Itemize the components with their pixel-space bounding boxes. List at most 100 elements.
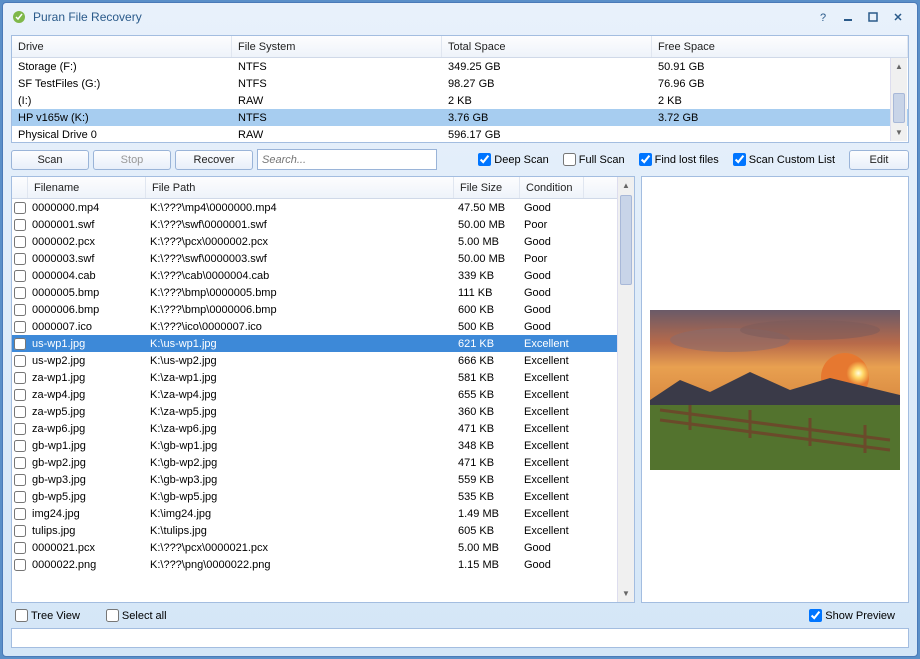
drives-panel: Drive File System Total Space Free Space… (11, 35, 909, 143)
file-checkbox[interactable] (12, 304, 28, 316)
col-drive[interactable]: Drive (12, 36, 232, 57)
file-row[interactable]: 0000004.cabK:\???\cab\0000004.cab339 KBG… (12, 267, 617, 284)
file-checkbox[interactable] (12, 338, 28, 350)
help-button[interactable]: ? (812, 9, 834, 25)
file-checkbox[interactable] (12, 287, 28, 299)
file-path: K:\???\pcx\0000002.pcx (146, 236, 454, 248)
drive-row[interactable]: HP v165w (K:)NTFS3.76 GB3.72 GB (12, 109, 908, 126)
file-size: 348 KB (454, 440, 520, 452)
titlebar: Puran File Recovery ? (3, 3, 917, 31)
file-row[interactable]: za-wp5.jpgK:\za-wp5.jpg360 KBExcellent (12, 403, 617, 420)
file-row[interactable]: gb-wp2.jpgK:\gb-wp2.jpg471 KBExcellent (12, 454, 617, 471)
file-checkbox[interactable] (12, 423, 28, 435)
file-size: 5.00 MB (454, 542, 520, 554)
drive-row[interactable]: (I:)RAW2 KB2 KB (12, 92, 908, 109)
file-checkbox[interactable] (12, 202, 28, 214)
file-size: 360 KB (454, 406, 520, 418)
scroll-thumb[interactable] (893, 93, 905, 123)
select-all-checkbox[interactable]: Select all (106, 609, 167, 622)
file-checkbox[interactable] (12, 525, 28, 537)
file-checkbox[interactable] (12, 440, 28, 452)
drive-row[interactable]: SF TestFiles (G:)NTFS98.27 GB76.96 GB (12, 75, 908, 92)
files-table: Filename File Path File Size Condition 0… (12, 177, 617, 602)
recover-button[interactable]: Recover (175, 150, 253, 170)
file-condition: Excellent (520, 338, 584, 350)
col-filesize[interactable]: File Size (454, 177, 520, 198)
scroll-down-icon[interactable]: ▼ (618, 585, 634, 602)
file-row[interactable]: us-wp1.jpgK:\us-wp1.jpg621 KBExcellent (12, 335, 617, 352)
maximize-button[interactable] (862, 9, 884, 25)
file-checkbox[interactable] (12, 457, 28, 469)
file-row[interactable]: tulips.jpgK:\tulips.jpg605 KBExcellent (12, 522, 617, 539)
file-name: gb-wp3.jpg (28, 474, 146, 486)
search-input[interactable] (257, 149, 437, 170)
scroll-up-icon[interactable]: ▲ (891, 58, 907, 75)
file-row[interactable]: 0000002.pcxK:\???\pcx\0000002.pcx5.00 MB… (12, 233, 617, 250)
file-name: za-wp6.jpg (28, 423, 146, 435)
file-checkbox[interactable] (12, 559, 28, 571)
drive-row[interactable]: Physical Drive 0RAW596.17 GB (12, 126, 908, 142)
drives-scrollbar[interactable]: ▲ ▼ (890, 58, 907, 141)
col-free-space[interactable]: Free Space (652, 36, 908, 57)
scroll-down-icon[interactable]: ▼ (891, 124, 907, 141)
bottom-bar: Tree View Select all Show Preview (11, 607, 909, 624)
file-checkbox[interactable] (12, 508, 28, 520)
file-row[interactable]: gb-wp5.jpgK:\gb-wp5.jpg535 KBExcellent (12, 488, 617, 505)
file-checkbox[interactable] (12, 270, 28, 282)
minimize-button[interactable] (837, 9, 859, 25)
file-row[interactable]: 0000005.bmpK:\???\bmp\0000005.bmp111 KBG… (12, 284, 617, 301)
tree-view-checkbox[interactable]: Tree View (15, 609, 80, 622)
show-preview-checkbox[interactable]: Show Preview (809, 609, 895, 622)
file-checkbox[interactable] (12, 253, 28, 265)
stop-button[interactable]: Stop (93, 150, 171, 170)
file-condition: Good (520, 542, 584, 554)
edit-button[interactable]: Edit (849, 150, 909, 170)
file-row[interactable]: us-wp2.jpgK:\us-wp2.jpg666 KBExcellent (12, 352, 617, 369)
file-row[interactable]: gb-wp3.jpgK:\gb-wp3.jpg559 KBExcellent (12, 471, 617, 488)
file-size: 600 KB (454, 304, 520, 316)
file-row[interactable]: img24.jpgK:\img24.jpg1.49 MBExcellent (12, 505, 617, 522)
file-row[interactable]: 0000003.swfK:\???\swf\0000003.swf50.00 M… (12, 250, 617, 267)
col-filepath[interactable]: File Path (146, 177, 454, 198)
col-filename[interactable]: Filename (28, 177, 146, 198)
file-row[interactable]: za-wp1.jpgK:\za-wp1.jpg581 KBExcellent (12, 369, 617, 386)
scroll-up-icon[interactable]: ▲ (618, 177, 634, 194)
file-checkbox[interactable] (12, 389, 28, 401)
file-path: K:\gb-wp1.jpg (146, 440, 454, 452)
file-row[interactable]: 0000021.pcxK:\???\pcx\0000021.pcx5.00 MB… (12, 539, 617, 556)
close-button[interactable] (887, 9, 909, 25)
file-checkbox[interactable] (12, 219, 28, 231)
drive-name: Storage (F:) (12, 61, 232, 73)
file-row[interactable]: 0000000.mp4K:\???\mp4\0000000.mp447.50 M… (12, 199, 617, 216)
file-row[interactable]: za-wp4.jpgK:\za-wp4.jpg655 KBExcellent (12, 386, 617, 403)
full-scan-checkbox[interactable]: Full Scan (563, 153, 625, 166)
file-checkbox[interactable] (12, 474, 28, 486)
file-row[interactable]: 0000022.pngK:\???\png\0000022.png1.15 MB… (12, 556, 617, 573)
file-row[interactable]: gb-wp1.jpgK:\gb-wp1.jpg348 KBExcellent (12, 437, 617, 454)
col-total-space[interactable]: Total Space (442, 36, 652, 57)
file-checkbox[interactable] (12, 236, 28, 248)
drive-row[interactable]: Storage (F:)NTFS349.25 GB50.91 GB (12, 58, 908, 75)
col-condition[interactable]: Condition (520, 177, 584, 198)
file-checkbox[interactable] (12, 542, 28, 554)
file-row[interactable]: 0000007.icoK:\???\ico\0000007.ico500 KBG… (12, 318, 617, 335)
deep-scan-checkbox[interactable]: Deep Scan (478, 153, 548, 166)
col-filesystem[interactable]: File System (232, 36, 442, 57)
file-checkbox[interactable] (12, 491, 28, 503)
drive-fs: NTFS (232, 61, 442, 73)
drive-fs: RAW (232, 95, 442, 107)
scan-custom-checkbox[interactable]: Scan Custom List (733, 153, 835, 166)
file-row[interactable]: za-wp6.jpgK:\za-wp6.jpg471 KBExcellent (12, 420, 617, 437)
file-checkbox[interactable] (12, 406, 28, 418)
scroll-thumb[interactable] (620, 195, 632, 285)
file-row[interactable]: 0000001.swfK:\???\swf\0000001.swf50.00 M… (12, 216, 617, 233)
scan-button[interactable]: Scan (11, 150, 89, 170)
find-lost-checkbox[interactable]: Find lost files (639, 153, 719, 166)
files-scrollbar[interactable]: ▲ ▼ (617, 177, 634, 602)
file-name: gb-wp1.jpg (28, 440, 146, 452)
file-name: 0000021.pcx (28, 542, 146, 554)
file-checkbox[interactable] (12, 355, 28, 367)
file-row[interactable]: 0000006.bmpK:\???\bmp\0000006.bmp600 KBG… (12, 301, 617, 318)
file-checkbox[interactable] (12, 321, 28, 333)
file-checkbox[interactable] (12, 372, 28, 384)
